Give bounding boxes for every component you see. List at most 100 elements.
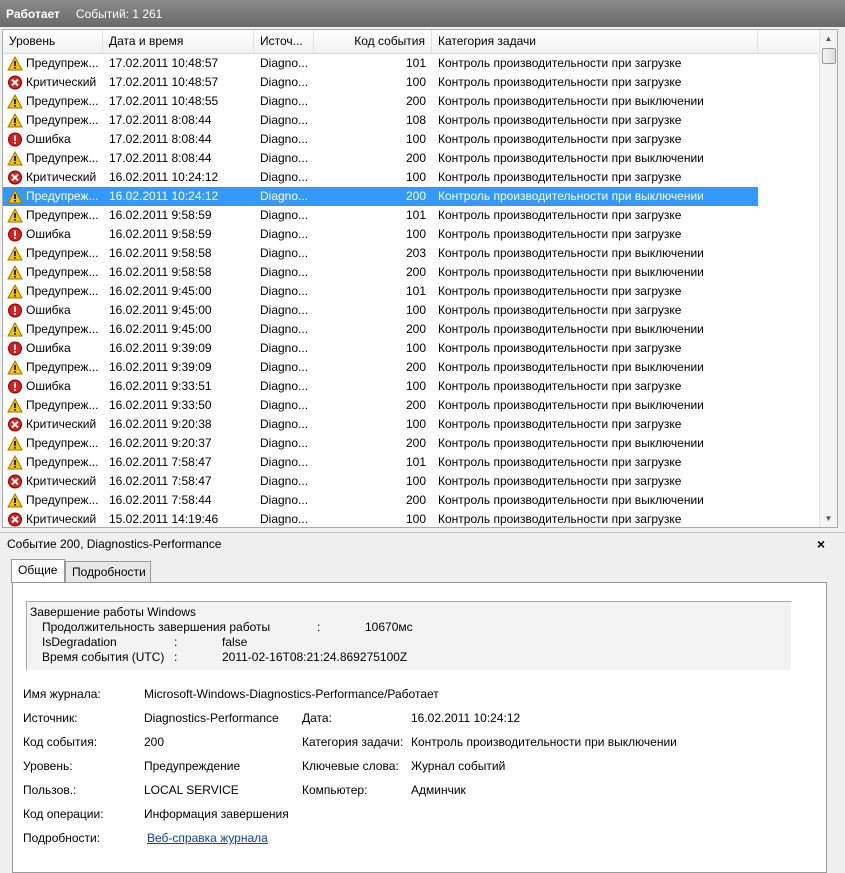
message-separator: : <box>317 620 321 634</box>
event-detail-title: Событие 200, Diagnostics-Performance <box>7 537 222 551</box>
table-row[interactable]: Предупреж... 16.02.2011 7:58:44 Diagno... 2… <box>3 491 818 510</box>
event-code-value: 200 <box>144 735 165 749</box>
cell-level: Предупреж... <box>26 246 99 260</box>
source-value: Diagnostics-Performance <box>144 711 279 725</box>
cell-event-code: 100 <box>405 341 426 355</box>
warning-icon <box>7 283 23 299</box>
table-row[interactable]: Ошибка 16.02.2011 9:45:00 Diagno... 100 Конт… <box>3 301 818 320</box>
cell-level: Предупреж... <box>26 113 99 127</box>
status-bar: Работает Событий: 1 261 <box>0 0 845 27</box>
column-header-event-code[interactable]: Код события <box>314 30 432 53</box>
table-row[interactable]: Предупреж... 16.02.2011 9:33:50 Diagno... 2… <box>3 396 818 415</box>
cell-event-code: 101 <box>405 208 426 222</box>
event-code-label: Код события: <box>23 735 98 749</box>
cell-source: Diagno... <box>260 284 309 298</box>
event-list[interactable]: Уровень Дата и время Источ... Код событи… <box>2 29 838 528</box>
table-row[interactable]: Критический 15.02.2011 14:19:46 Diagno... 1… <box>3 510 818 527</box>
tab-details[interactable]: Подробности <box>65 561 151 582</box>
cell-date: 16.02.2011 9:58:58 <box>109 246 212 260</box>
cell-date: 16.02.2011 9:20:37 <box>109 436 212 450</box>
table-row[interactable]: Предупреж... 16.02.2011 9:58:59 Diagno... 1… <box>3 206 818 225</box>
table-row[interactable]: Критический 16.02.2011 9:20:38 Diagno... 10… <box>3 415 818 434</box>
tab-general[interactable]: Общие <box>11 559 65 583</box>
cell-source: Diagno... <box>260 132 309 146</box>
table-row[interactable]: Предупреж... 16.02.2011 9:58:58 Diagno... 2… <box>3 244 818 263</box>
event-detail-header: Событие 200, Diagnostics-Performance × <box>0 532 845 555</box>
keywords-value: Журнал событий <box>411 759 506 773</box>
table-row[interactable]: Предупреж... 16.02.2011 9:58:58 Diagno... 2… <box>3 263 818 282</box>
date-value: 16.02.2011 10:24:12 <box>411 711 521 725</box>
cell-level: Ошибка <box>26 227 71 241</box>
cell-source: Diagno... <box>260 493 309 507</box>
cell-date: 16.02.2011 9:45:00 <box>109 284 212 298</box>
warning-icon <box>7 264 23 280</box>
scroll-thumb[interactable] <box>822 48 836 64</box>
user-value: LOCAL SERVICE <box>144 783 239 797</box>
table-row-selected[interactable]: Предупреж... 16.02.2011 10:24:12 Diagno...… <box>3 187 758 206</box>
details-label: Подробности: <box>23 831 101 845</box>
cell-event-code: 200 <box>405 151 426 165</box>
table-row[interactable]: Критический 16.02.2011 10:24:12 Diagno... 1… <box>3 168 818 187</box>
table-row[interactable]: Предупреж... 17.02.2011 10:48:55 Diagno...… <box>3 92 818 111</box>
message-value: false <box>222 635 248 649</box>
table-row[interactable]: Предупреж... 16.02.2011 9:39:09 Diagno... 2… <box>3 358 818 377</box>
table-row[interactable]: Ошибка 16.02.2011 9:33:51 Diagno... 100 Конт… <box>3 377 818 396</box>
error-icon <box>7 379 23 394</box>
column-header-source[interactable]: Источ... <box>254 30 314 53</box>
cell-source: Diagno... <box>260 474 309 488</box>
cell-event-code: 100 <box>405 303 426 317</box>
cell-category: Контроль производительности при загрузке <box>438 417 682 431</box>
cell-category: Контроль производительности при загрузке <box>438 170 682 184</box>
critical-icon <box>7 512 23 527</box>
table-row[interactable]: Предупреж... 16.02.2011 7:58:47 Diagno... 1… <box>3 453 818 472</box>
cell-category: Контроль производительности при загрузке <box>438 227 682 241</box>
message-key: Время события (UTC) <box>42 650 165 664</box>
cell-level: Предупреж... <box>26 284 99 298</box>
error-icon <box>7 303 23 318</box>
table-row[interactable]: Предупреж... 16.02.2011 9:20:37 Diagno... 2… <box>3 434 818 453</box>
source-label: Источник: <box>23 711 78 725</box>
event-message[interactable]: Завершение работы Windows Продолжительно… <box>26 601 792 671</box>
vertical-scrollbar[interactable]: ▲ ▼ <box>819 30 837 527</box>
warning-icon <box>7 245 23 261</box>
table-row[interactable]: Ошибка 16.02.2011 9:39:09 Diagno... 100 Конт… <box>3 339 818 358</box>
cell-category: Контроль производительности при выключен… <box>438 94 704 108</box>
table-row[interactable]: Предупреж... 17.02.2011 8:08:44 Diagno... 1… <box>3 111 818 130</box>
column-header-category[interactable]: Категория задачи <box>432 30 758 53</box>
cell-date: 16.02.2011 9:45:00 <box>109 322 212 336</box>
cell-source: Diagno... <box>260 455 309 469</box>
column-header-level[interactable]: Уровень <box>3 30 103 53</box>
cell-source: Diagno... <box>260 227 309 241</box>
cell-level: Ошибка <box>26 132 71 146</box>
cell-event-code: 203 <box>405 246 426 260</box>
cell-source: Diagno... <box>260 322 309 336</box>
warning-icon <box>7 207 23 223</box>
table-row[interactable]: Критический 16.02.2011 7:58:47 Diagno... 10… <box>3 472 818 491</box>
cell-source: Diagno... <box>260 75 309 89</box>
table-row[interactable]: Ошибка 16.02.2011 9:58:59 Diagno... 100 Конт… <box>3 225 818 244</box>
table-row[interactable]: Критический 17.02.2011 10:48:57 Diagno... 1… <box>3 73 818 92</box>
cell-category: Контроль производительности при загрузке <box>438 56 682 70</box>
table-row[interactable]: Предупреж... 17.02.2011 8:08:44 Diagno... 2… <box>3 149 818 168</box>
cell-category: Контроль производительности при загрузке <box>438 303 682 317</box>
event-log-help-link[interactable]: Веб-справка журнала <box>147 831 268 845</box>
close-icon[interactable]: × <box>817 533 825 555</box>
cell-date: 16.02.2011 9:58:58 <box>109 265 212 279</box>
cell-event-code: 200 <box>405 322 426 336</box>
keywords-label: Ключевые слова: <box>302 759 399 773</box>
level-label: Уровень: <box>23 759 73 773</box>
table-row[interactable]: Предупреж... 16.02.2011 9:45:00 Diagno... 1… <box>3 282 818 301</box>
warning-icon <box>7 359 23 375</box>
table-row[interactable]: Предупреж... 16.02.2011 9:45:00 Diagno... 2… <box>3 320 818 339</box>
cell-event-code: 108 <box>405 113 426 127</box>
scroll-down-icon[interactable]: ▼ <box>820 510 837 527</box>
cell-category: Контроль производительности при загрузке <box>438 75 682 89</box>
scroll-up-icon[interactable]: ▲ <box>820 30 837 47</box>
cell-level: Предупреж... <box>26 322 99 336</box>
column-header-date[interactable]: Дата и время <box>103 30 254 53</box>
cell-category: Контроль производительности при выключен… <box>438 151 704 165</box>
warning-icon <box>7 492 23 508</box>
table-row[interactable]: Предупреж... 17.02.2011 10:48:57 Diagno...… <box>3 54 818 73</box>
message-key: IsDegradation <box>42 635 117 649</box>
table-row[interactable]: Ошибка 17.02.2011 8:08:44 Diagno... 100 Конт… <box>3 130 818 149</box>
